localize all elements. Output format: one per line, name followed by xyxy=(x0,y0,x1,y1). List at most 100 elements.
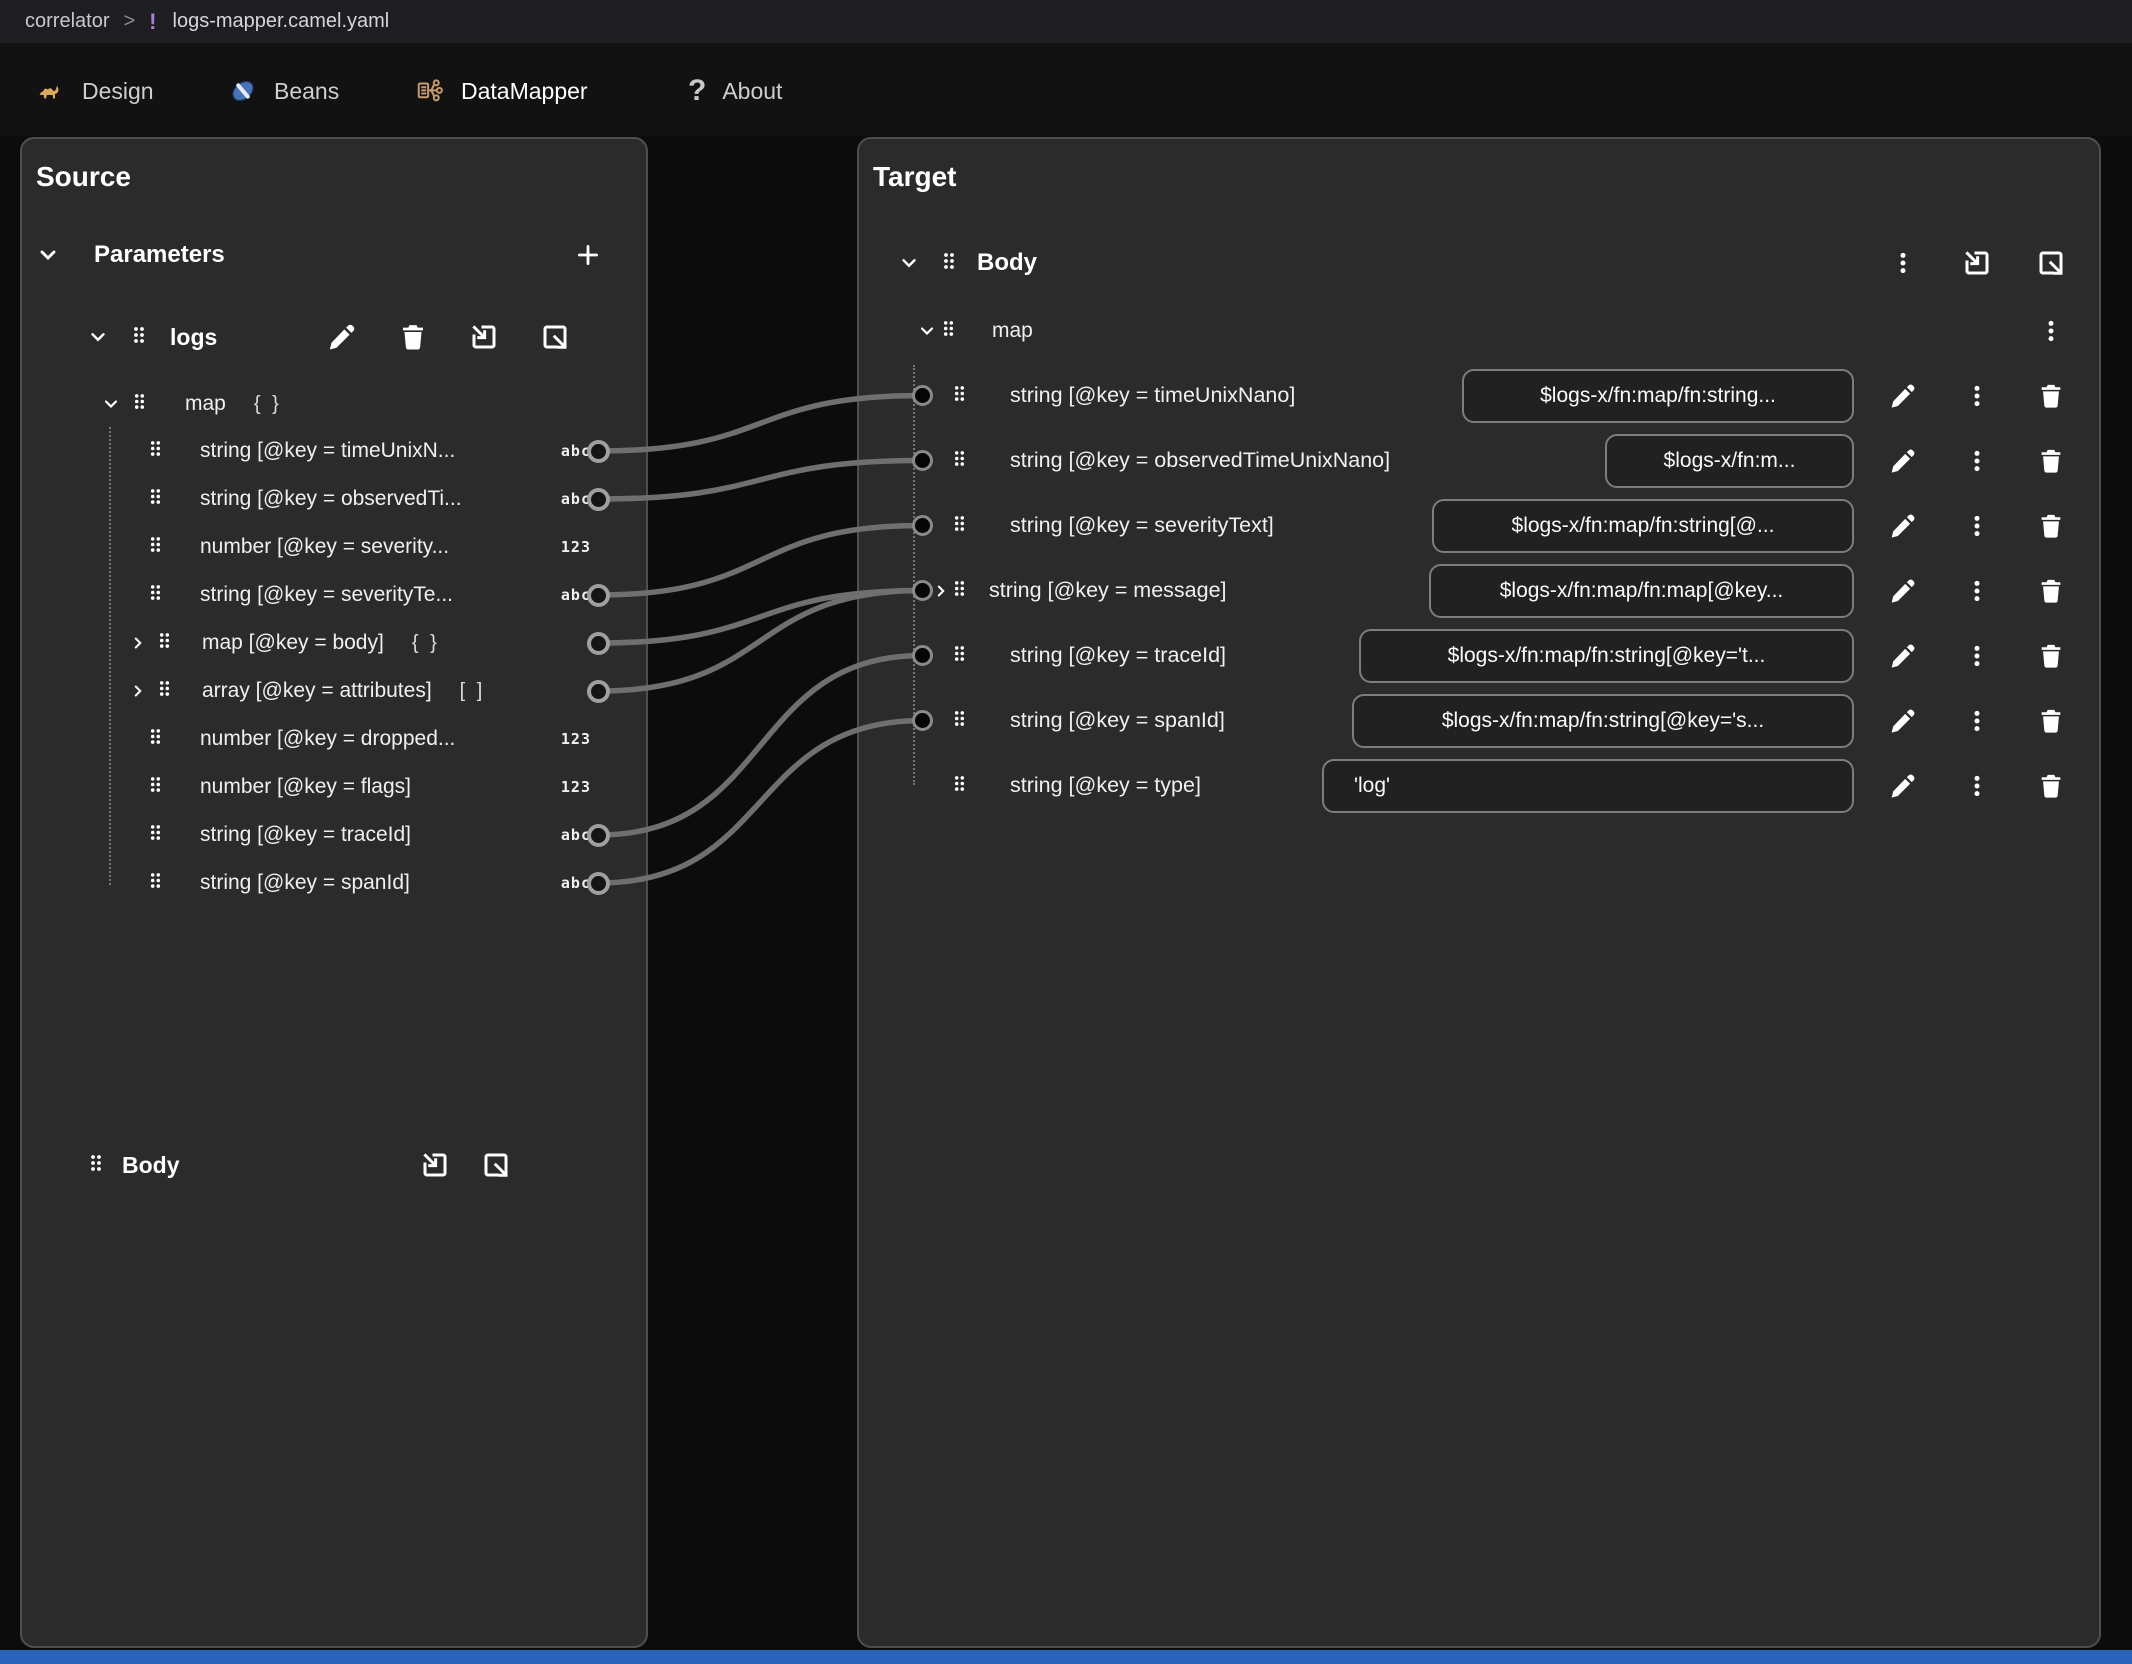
grip-icon[interactable] xyxy=(149,823,163,847)
kebab-menu-icon[interactable] xyxy=(1959,703,1995,739)
delete-mapping-button[interactable] xyxy=(2033,508,2069,544)
expression-input[interactable]: $logs-x/fn:map/fn:string[@key='s... xyxy=(1352,694,1854,748)
chevron-right-icon[interactable] xyxy=(126,634,150,652)
tab-about[interactable]: ? About xyxy=(688,61,782,121)
chevron-down-icon[interactable] xyxy=(915,321,939,341)
kebab-menu-icon[interactable] xyxy=(1885,245,1921,281)
source-field-row[interactable]: number [@key = flags] 123 xyxy=(22,763,646,811)
connection-endpoint[interactable] xyxy=(587,440,610,463)
grip-icon[interactable] xyxy=(953,644,967,668)
chevron-down-icon[interactable] xyxy=(36,243,60,267)
expression-input[interactable]: $logs-x/fn:m... xyxy=(1605,434,1854,488)
add-parameter-button[interactable] xyxy=(570,237,606,273)
export-schema-icon[interactable] xyxy=(2033,245,2069,281)
source-field-row[interactable]: string [@key = timeUnixN... abc xyxy=(22,427,646,475)
target-field-row[interactable]: string [@key = message] $logs-x/fn:map/f… xyxy=(859,558,2099,623)
grip-icon[interactable] xyxy=(953,449,967,473)
parameters-header[interactable]: Parameters xyxy=(22,223,646,287)
kebab-menu-icon[interactable] xyxy=(1959,768,1995,804)
grip-icon[interactable] xyxy=(953,579,967,603)
delete-mapping-button[interactable] xyxy=(2033,378,2069,414)
grip-icon[interactable] xyxy=(942,251,956,276)
grip-icon[interactable] xyxy=(149,535,163,559)
target-field-row[interactable]: string [@key = spanId] $logs-x/fn:map/fn… xyxy=(859,688,2099,753)
edit-expression-button[interactable] xyxy=(1885,508,1921,544)
delete-parameter-button[interactable] xyxy=(395,319,431,355)
delete-mapping-button[interactable] xyxy=(2033,768,2069,804)
tab-design[interactable]: Design xyxy=(36,61,154,121)
delete-mapping-button[interactable] xyxy=(2033,573,2069,609)
chevron-down-icon[interactable] xyxy=(897,252,921,274)
expression-input[interactable]: $logs-x/fn:map/fn:string[@... xyxy=(1432,499,1854,553)
connection-endpoint[interactable] xyxy=(912,450,933,471)
connection-endpoint[interactable] xyxy=(587,824,610,847)
kebab-menu-icon[interactable] xyxy=(2033,313,2069,349)
kebab-menu-icon[interactable] xyxy=(1959,573,1995,609)
target-node-map[interactable]: map xyxy=(859,299,2099,363)
connection-endpoint[interactable] xyxy=(912,645,933,666)
target-field-row[interactable]: string [@key = traceId] $logs-x/fn:map/f… xyxy=(859,623,2099,688)
edit-expression-button[interactable] xyxy=(1885,768,1921,804)
grip-icon[interactable] xyxy=(149,775,163,799)
grip-icon[interactable] xyxy=(133,392,147,416)
kebab-menu-icon[interactable] xyxy=(1959,508,1995,544)
kebab-menu-icon[interactable] xyxy=(1959,378,1995,414)
target-field-row[interactable]: string [@key = type] 'log' xyxy=(859,753,2099,818)
grip-icon[interactable] xyxy=(158,679,172,703)
breadcrumb-file[interactable]: logs-mapper.camel.yaml xyxy=(173,10,390,33)
grip-icon[interactable] xyxy=(149,727,163,751)
connection-endpoint[interactable] xyxy=(587,584,610,607)
source-node-map[interactable]: map { } xyxy=(22,381,646,427)
source-parameter-row-logs[interactable]: logs xyxy=(22,309,646,365)
connection-endpoint[interactable] xyxy=(587,488,610,511)
source-field-row[interactable]: string [@key = observedTi... abc xyxy=(22,475,646,523)
source-field-row[interactable]: array [@key = attributes] [ ] xyxy=(22,667,646,715)
connection-endpoint[interactable] xyxy=(587,872,610,895)
grip-icon[interactable] xyxy=(132,325,146,350)
source-field-row[interactable]: number [@key = dropped... 123 xyxy=(22,715,646,763)
import-schema-icon[interactable] xyxy=(1959,245,1995,281)
export-schema-icon[interactable] xyxy=(537,319,573,355)
delete-mapping-button[interactable] xyxy=(2033,638,2069,674)
connection-endpoint[interactable] xyxy=(587,632,610,655)
connection-endpoint[interactable] xyxy=(912,385,933,406)
expression-input[interactable]: $logs-x/fn:map/fn:string[@key='t... xyxy=(1359,629,1854,683)
delete-mapping-button[interactable] xyxy=(2033,703,2069,739)
grip-icon[interactable] xyxy=(149,871,163,895)
source-field-row[interactable]: string [@key = spanId] abc xyxy=(22,859,646,907)
kebab-menu-icon[interactable] xyxy=(1959,638,1995,674)
connection-endpoint[interactable] xyxy=(587,680,610,703)
target-body-document[interactable]: Body xyxy=(859,231,2099,295)
export-schema-icon[interactable] xyxy=(478,1147,514,1183)
grip-icon[interactable] xyxy=(149,487,163,511)
expression-input[interactable]: 'log' xyxy=(1322,759,1854,813)
edit-expression-button[interactable] xyxy=(1885,378,1921,414)
source-field-row[interactable]: string [@key = severityTe... abc xyxy=(22,571,646,619)
grip-icon[interactable] xyxy=(149,439,163,463)
grip-icon[interactable] xyxy=(953,709,967,733)
import-schema-icon[interactable] xyxy=(466,319,502,355)
kebab-menu-icon[interactable] xyxy=(1959,443,1995,479)
edit-expression-button[interactable] xyxy=(1885,703,1921,739)
tab-datamapper[interactable]: DataMapper xyxy=(415,61,588,121)
grip-icon[interactable] xyxy=(953,774,967,798)
target-field-row[interactable]: string [@key = timeUnixNano] $logs-x/fn:… xyxy=(859,363,2099,428)
tab-beans[interactable]: Beans xyxy=(228,61,339,121)
expression-input[interactable]: $logs-x/fn:map/fn:map[@key... xyxy=(1429,564,1854,618)
delete-mapping-button[interactable] xyxy=(2033,443,2069,479)
edit-expression-button[interactable] xyxy=(1885,638,1921,674)
connection-endpoint[interactable] xyxy=(912,515,933,536)
connection-endpoint[interactable] xyxy=(912,580,933,601)
grip-icon[interactable] xyxy=(158,631,172,655)
chevron-right-icon[interactable] xyxy=(126,682,150,700)
grip-icon[interactable] xyxy=(953,384,967,408)
source-field-row[interactable]: map [@key = body] { } xyxy=(22,619,646,667)
grip-icon[interactable] xyxy=(149,583,163,607)
target-field-row[interactable]: string [@key = severityText] $logs-x/fn:… xyxy=(859,493,2099,558)
breadcrumb-project[interactable]: correlator xyxy=(25,10,109,33)
chevron-down-icon[interactable] xyxy=(86,326,110,348)
source-body-document[interactable]: Body xyxy=(22,1137,646,1193)
expression-input[interactable]: $logs-x/fn:map/fn:string... xyxy=(1462,369,1854,423)
edit-expression-button[interactable] xyxy=(1885,573,1921,609)
import-schema-icon[interactable] xyxy=(417,1147,453,1183)
